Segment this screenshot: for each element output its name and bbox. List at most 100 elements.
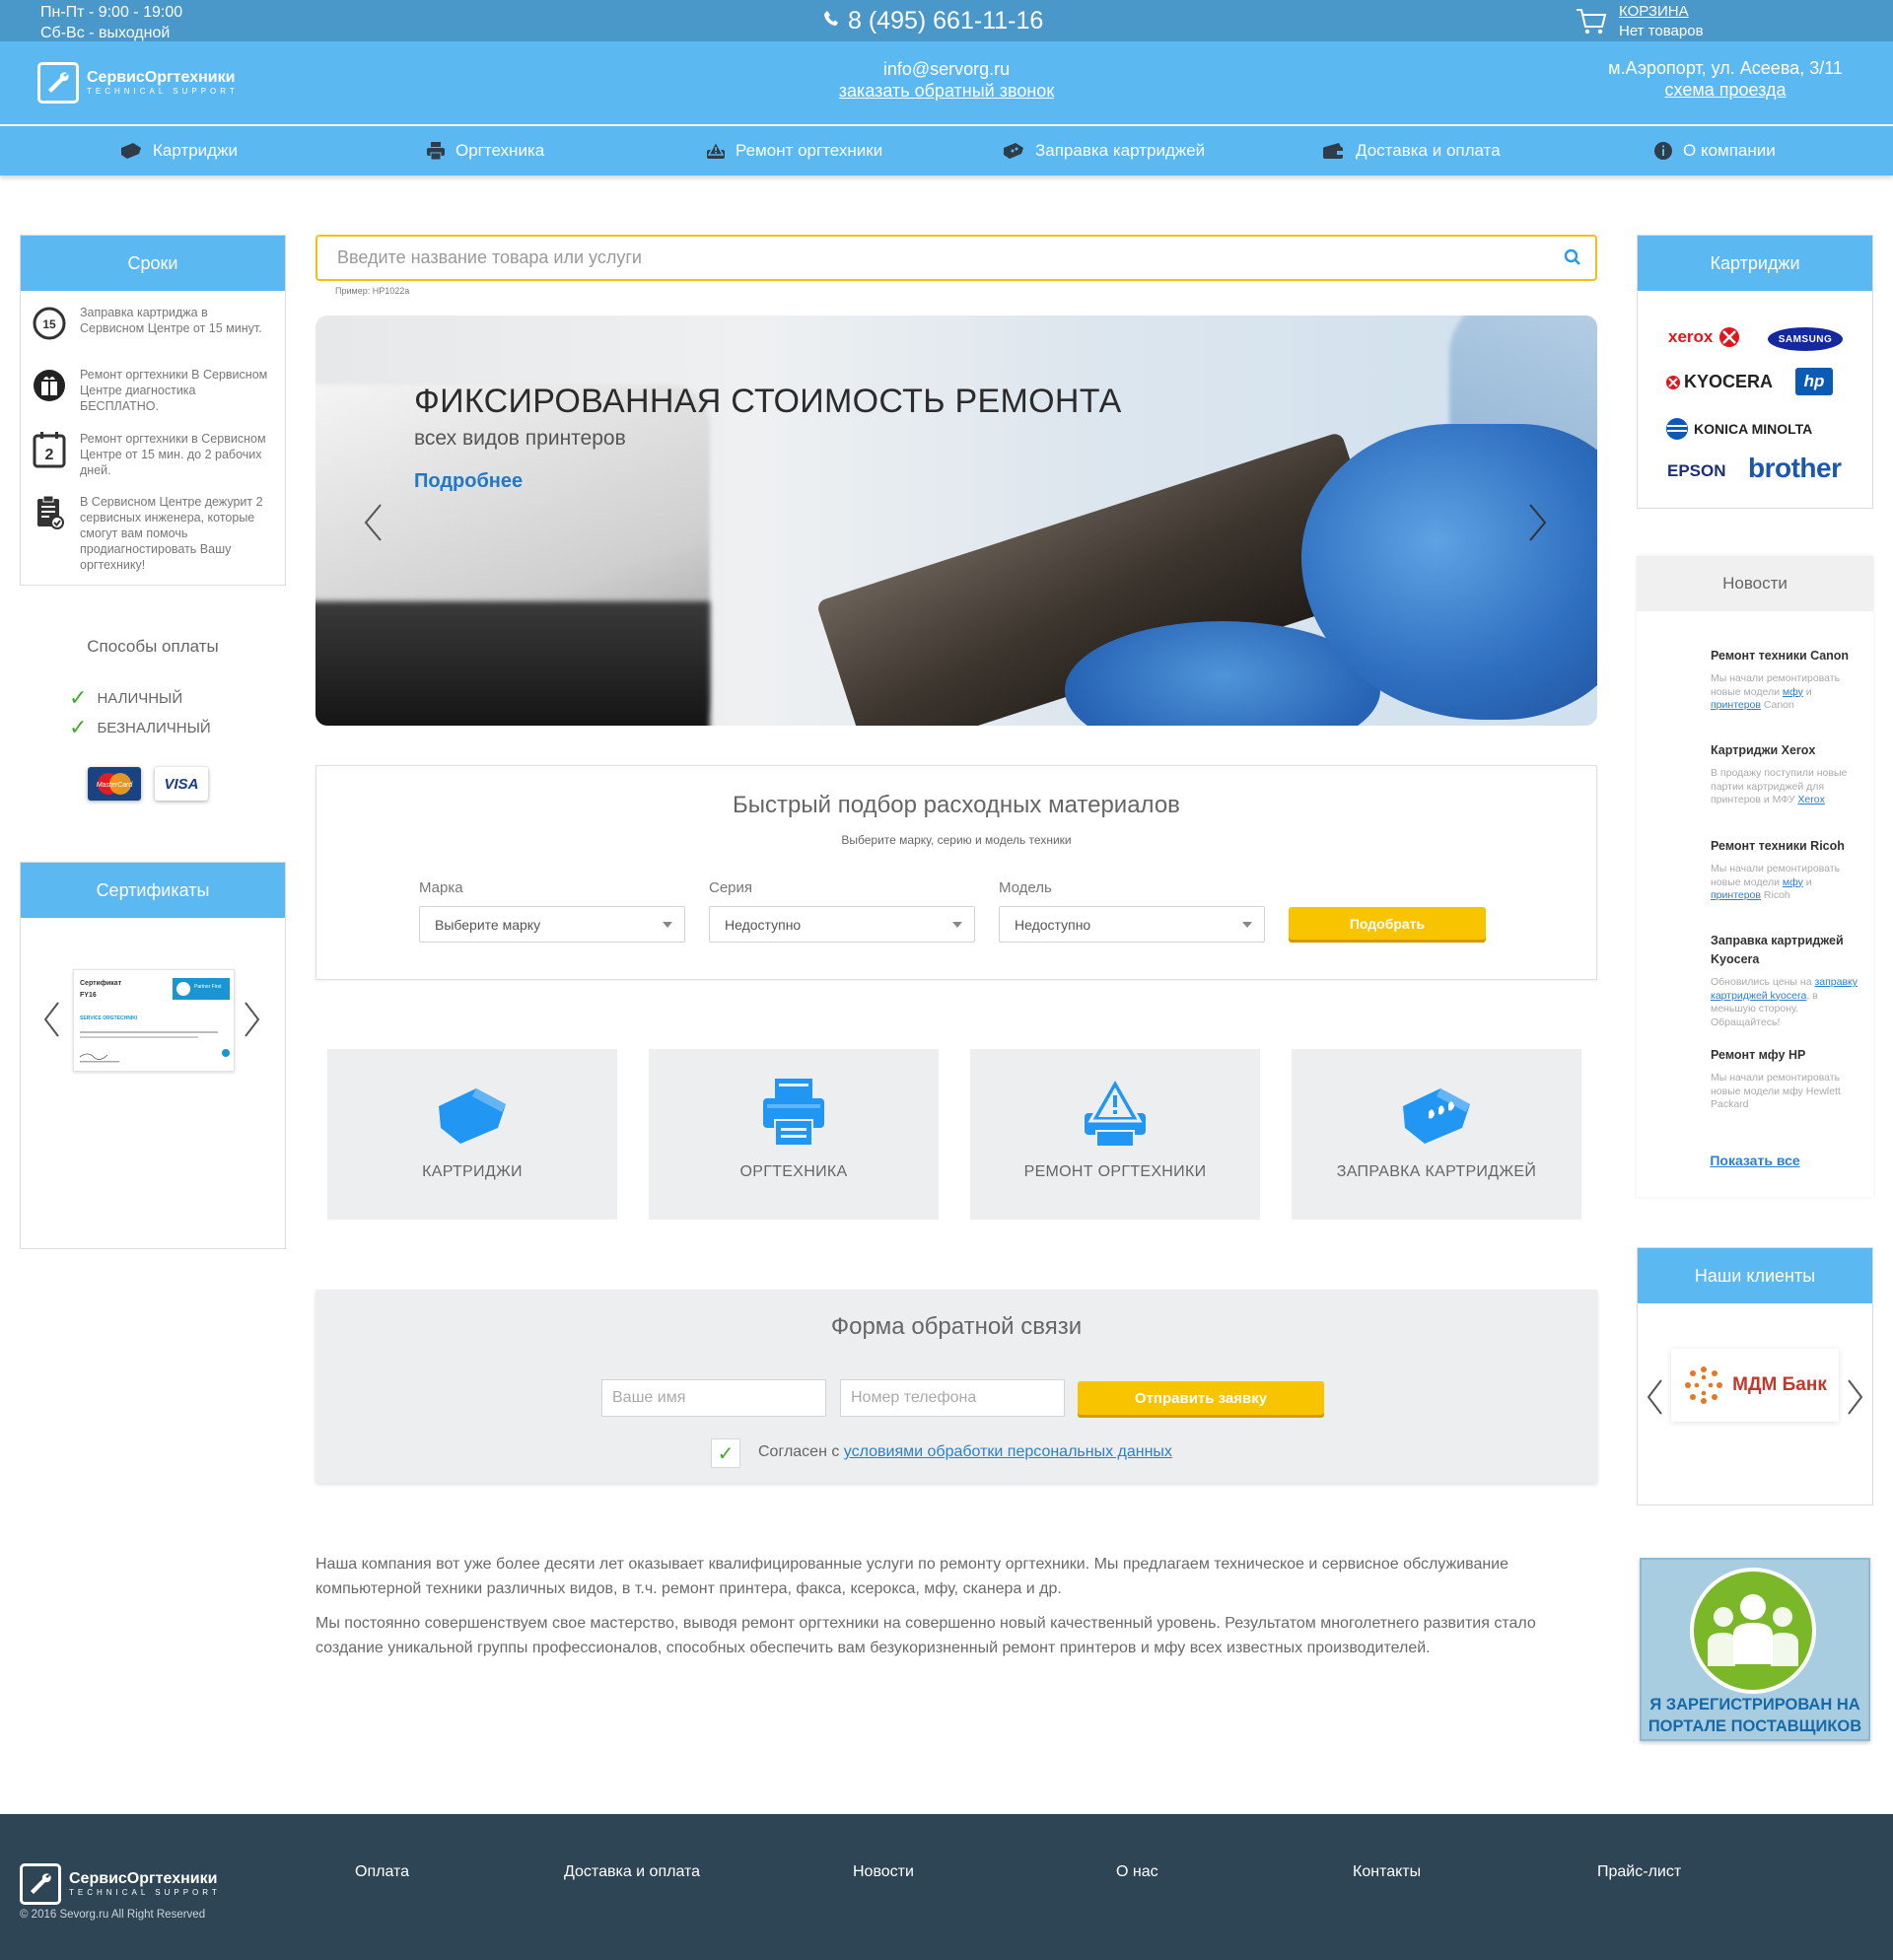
nav-label: Ремонт оргтехники bbox=[736, 141, 883, 160]
nav-item-repair[interactable]: Ремонт оргтехники bbox=[706, 126, 882, 175]
news-item[interactable]: Ремонт техники Canon Мы начали ремонтиро… bbox=[1711, 647, 1858, 713]
brand-brother[interactable]: brother bbox=[1748, 453, 1842, 484]
refill-icon bbox=[1002, 142, 1025, 160]
slider-next-arrow-icon[interactable] bbox=[1528, 503, 1548, 542]
news-text-part: Мы начали ремонтировать новые модели bbox=[1711, 672, 1841, 698]
news-link[interactable]: Xerox bbox=[1797, 794, 1824, 805]
tile-refill[interactable]: ЗАПРАВКА КАРТРИДЖЕЙ bbox=[1292, 1049, 1581, 1220]
checklist-icon bbox=[31, 494, 68, 531]
client-logo-mdm[interactable]: МДМ Банк bbox=[1671, 1349, 1839, 1422]
brand-select[interactable]: Выберите марку bbox=[419, 906, 685, 943]
cert-company: SERVICE ORGTECHNIKI bbox=[80, 1015, 138, 1021]
logo-name: СервисОргтехники bbox=[87, 69, 236, 86]
news-item[interactable]: Ремонт техники Ricoh Мы начали ремонтиро… bbox=[1711, 837, 1858, 903]
nav-item-cartridges[interactable]: Картриджи bbox=[119, 126, 238, 175]
consent-checkbox[interactable]: ✓ bbox=[711, 1438, 740, 1468]
news-item[interactable]: Картриджи Xerox В продажу поступили новы… bbox=[1711, 741, 1858, 807]
clients-prev-arrow-icon[interactable] bbox=[1646, 1378, 1663, 1416]
callback-link[interactable]: заказать обратный звонок bbox=[749, 80, 1144, 102]
series-select[interactable]: Недоступно bbox=[709, 906, 975, 943]
news-link[interactable]: мфу bbox=[1783, 686, 1803, 698]
supplier-portal-banner[interactable]: Я ЗАРЕГИСТРИРОВАН НА ПОРТАЛЕ ПОСТАВЩИКОВ bbox=[1640, 1558, 1870, 1741]
certificates-box: Сертификаты Сертификат FY16 Partner Firs… bbox=[20, 862, 286, 1249]
news-item-title: Заправка картриджей Kyocera bbox=[1711, 934, 1844, 966]
nav-item-delivery[interactable]: Доставка и оплата bbox=[1322, 126, 1501, 175]
terms-item: 2 Ремонт оргтехники в Сервисном Центре о… bbox=[21, 431, 285, 478]
terms-item: 15 Заправка картриджа в Сервисном Центре… bbox=[21, 305, 285, 342]
nav-item-about[interactable]: О компании bbox=[1653, 126, 1776, 175]
slider-prev-arrow-icon[interactable] bbox=[363, 503, 383, 542]
brand-hp[interactable]: hp bbox=[1795, 368, 1833, 395]
nav-label: Оргтехника bbox=[456, 141, 545, 160]
news-link[interactable]: мфу bbox=[1783, 876, 1803, 888]
payment-method-cash: ✓ НАЛИЧНЫЙ bbox=[69, 687, 182, 709]
consent-link[interactable]: условиями обработки персональных данных bbox=[844, 1443, 1172, 1460]
cartridge-icon bbox=[119, 142, 143, 160]
brand-epson[interactable]: EPSON bbox=[1667, 461, 1726, 481]
news-item-text: Мы начали ремонтировать новые модели мфу… bbox=[1711, 1072, 1841, 1110]
footer-link-about[interactable]: О нас bbox=[1116, 1863, 1158, 1881]
payment-title: Способы оплаты bbox=[87, 637, 219, 656]
nav-item-office-equipment[interactable]: Оргтехника bbox=[426, 126, 544, 175]
xerox-logo-icon bbox=[1719, 327, 1740, 347]
payment-method-cashless: ✓ БЕЗНАЛИЧНЫЙ bbox=[69, 717, 211, 738]
cert-prev-arrow-icon[interactable] bbox=[42, 1001, 60, 1038]
brand-samsung[interactable]: SAMSUNG bbox=[1768, 327, 1843, 351]
show-all-news-link[interactable]: Показать все bbox=[1637, 1153, 1873, 1168]
about-paragraph: Мы постоянно совершенствуем свое мастерс… bbox=[316, 1615, 1536, 1656]
cert-next-arrow-icon[interactable] bbox=[244, 1001, 261, 1038]
terms-text: Заправка картриджа в Сервисном Центре от… bbox=[80, 306, 262, 335]
terms-box: Сроки 15 Заправка картриджа в Сервисном … bbox=[20, 235, 286, 586]
tile-repair[interactable]: РЕМОНТ ОРГТЕХНИКИ bbox=[970, 1049, 1260, 1220]
header-email[interactable]: info@servorg.ru bbox=[749, 58, 1144, 80]
footer-link-news[interactable]: Новости bbox=[853, 1863, 914, 1881]
name-field[interactable] bbox=[601, 1379, 826, 1417]
model-select[interactable]: Недоступно bbox=[999, 906, 1265, 943]
banner-more-link[interactable]: Подробнее bbox=[414, 470, 523, 493]
news-item[interactable]: Заправка картриджей Kyocera Обновились ц… bbox=[1711, 932, 1858, 1029]
nav-item-refill[interactable]: Заправка картриджей bbox=[1002, 126, 1205, 175]
submit-request-button[interactable]: Отправить заявку bbox=[1078, 1381, 1324, 1415]
news-link[interactable]: принтеров bbox=[1711, 889, 1761, 901]
map-link[interactable]: схема проезда bbox=[1578, 79, 1873, 101]
brand-kyocera[interactable]: KYOCERA bbox=[1665, 372, 1773, 392]
footer-logo[interactable]: СервисОргтехники TECHNICAL SUPPORT bbox=[20, 1863, 221, 1905]
pick-button[interactable]: Подобрать bbox=[1289, 907, 1486, 940]
brand-xerox[interactable]: xerox bbox=[1668, 326, 1740, 348]
news-link[interactable]: принтеров bbox=[1711, 699, 1761, 711]
search-icon[interactable] bbox=[1564, 248, 1581, 271]
nav-label: Заправка картриджей bbox=[1035, 141, 1206, 160]
wrench-icon bbox=[20, 1863, 61, 1905]
cart-link[interactable]: КОРЗИНА bbox=[1619, 2, 1704, 22]
clients-title: Наши клиенты bbox=[1638, 1248, 1872, 1303]
certificate-image[interactable]: Сертификат FY16 Partner First SERVICE OR… bbox=[73, 969, 235, 1072]
phone-field[interactable] bbox=[840, 1379, 1065, 1417]
brand-konica-minolta[interactable]: KONICA MINOLTA bbox=[1665, 417, 1812, 441]
news-item-text: В продажу поступили новые партии картрид… bbox=[1711, 767, 1858, 807]
terms-item: В Сервисном Центре дежурит 2 сервисных и… bbox=[21, 494, 285, 573]
footer-link-delivery[interactable]: Доставка и оплата bbox=[564, 1863, 700, 1881]
news-item-title: Ремонт мфу HP bbox=[1711, 1048, 1806, 1062]
footer-link-pricelist[interactable]: Прайс-лист bbox=[1597, 1863, 1681, 1881]
tile-office-equipment[interactable]: ОРГТЕХНИКА bbox=[649, 1049, 939, 1220]
news-item[interactable]: Ремонт мфу HP Мы начали ремонтировать но… bbox=[1711, 1046, 1858, 1112]
footer-link-payment[interactable]: Оплата bbox=[355, 1863, 409, 1881]
clients-next-arrow-icon[interactable] bbox=[1847, 1378, 1864, 1416]
header-phone[interactable]: 8 (495) 661-11-16 bbox=[824, 7, 1043, 35]
terms-title: Сроки bbox=[21, 236, 285, 291]
search-input[interactable] bbox=[337, 237, 1540, 279]
site-logo[interactable]: СервисОргтехники TECHNICAL SUPPORT bbox=[37, 62, 239, 104]
news-text-part: и bbox=[1802, 875, 1812, 888]
series-label: Серия bbox=[709, 879, 753, 896]
cart[interactable]: КОРЗИНА Нет товаров bbox=[1576, 2, 1704, 41]
news-item-title: Картриджи Xerox bbox=[1711, 743, 1816, 757]
working-hours: Пн-Пт - 9:00 - 19:00 Сб-Вс - выходной bbox=[40, 2, 182, 43]
top-bar: Пн-Пт - 9:00 - 19:00 Сб-Вс - выходной 8 … bbox=[0, 0, 1893, 41]
news-item-title: Ремонт техники Ricoh bbox=[1711, 839, 1845, 853]
series-select-value: Недоступно bbox=[725, 916, 802, 933]
logo-tagline: TECHNICAL SUPPORT bbox=[69, 1888, 221, 1897]
footer-link-contacts[interactable]: Контакты bbox=[1353, 1863, 1421, 1881]
model-label: Модель bbox=[999, 879, 1052, 896]
feedback-form: Форма обратной связи Отправить заявку ✓ … bbox=[316, 1290, 1597, 1483]
tile-cartridges[interactable]: КАРТРИДЖИ bbox=[327, 1049, 617, 1220]
